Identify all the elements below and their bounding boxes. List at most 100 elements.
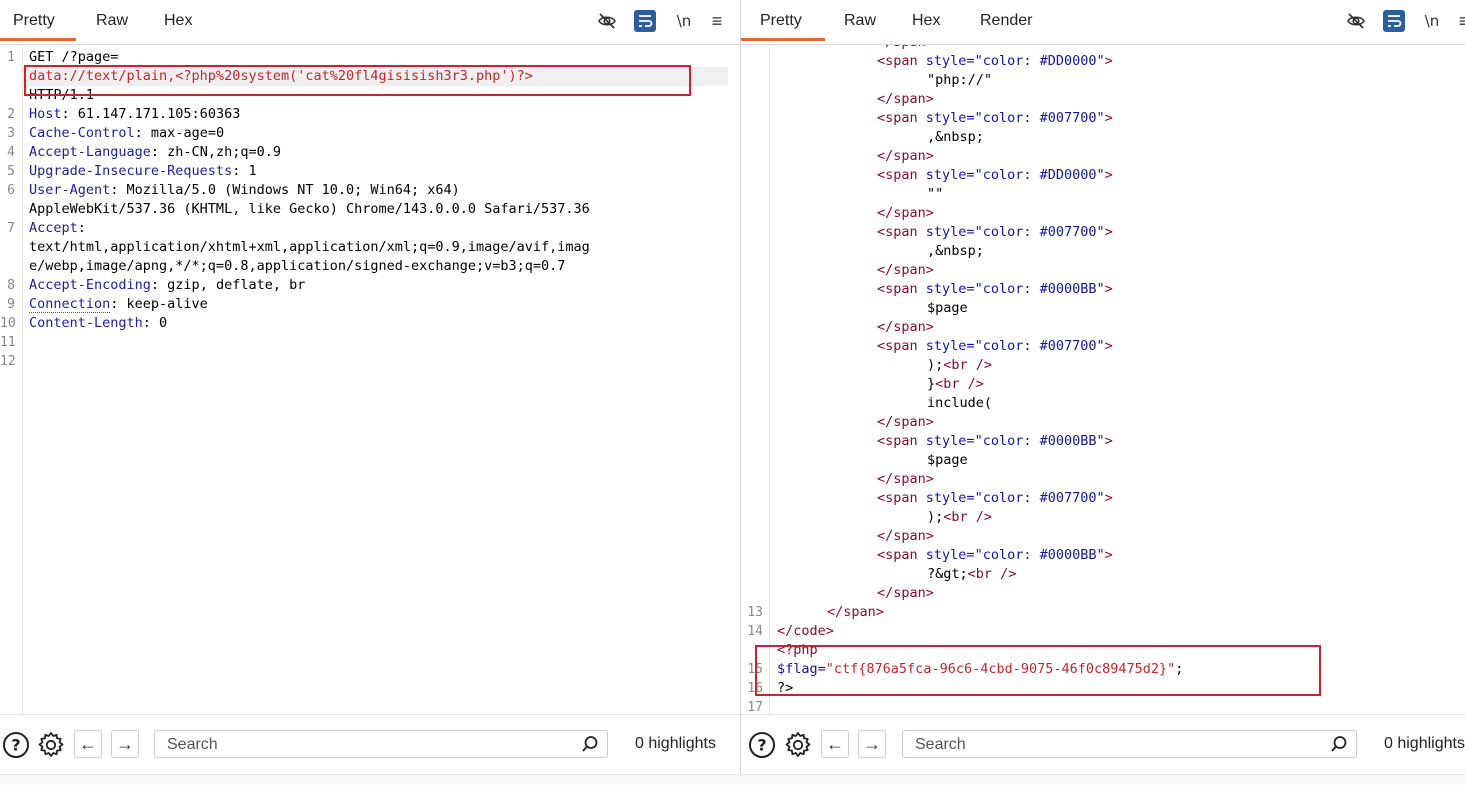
settings-icon[interactable] <box>37 731 64 757</box>
line-number: 2 <box>7 107 15 122</box>
newline-icon[interactable]: \n <box>1421 10 1443 32</box>
arrow-right-icon[interactable]: → <box>111 730 139 758</box>
code-token: "php://" <box>927 72 993 88</box>
hide-eye-icon[interactable] <box>596 10 618 32</box>
code-line: Accept-Encoding: gzip, deflate, br <box>29 276 305 295</box>
newline-icon[interactable]: \n <box>673 10 695 32</box>
code-token: </span> <box>877 91 934 107</box>
code-token: > <box>1104 547 1113 563</box>
code-line: <span style="color: #007700"> <box>877 337 1113 356</box>
code-token: style= <box>925 224 975 240</box>
code-line: <span style="color: #0000BB"> <box>877 432 1113 451</box>
arrow-left-icon[interactable]: ← <box>821 730 849 758</box>
code-token: : keep-alive <box>110 296 208 312</box>
line-number: 1 <box>7 50 15 65</box>
code-line: Host: 61.147.171.105:60363 <box>29 105 240 124</box>
response-editor[interactable]: 1314151617 </span><span style="color: #D… <box>741 45 1465 714</box>
line-number: 10 <box>0 316 16 331</box>
line-number-gutter: 1 2 3 4 5 6 7 8 9 10 11 12 <box>0 45 23 714</box>
request-editor[interactable]: 1 2 3 4 5 6 7 8 9 10 11 12 GET /?page= data://text/p… <box>0 45 740 714</box>
code-token: ?&gt; <box>927 566 968 582</box>
code-token: "color: #007700" <box>974 224 1105 240</box>
code-token: </span> <box>877 471 934 487</box>
help-icon[interactable]: ? <box>2 731 29 758</box>
arrow-right-icon[interactable]: → <box>858 730 886 758</box>
search-icon[interactable] <box>581 735 599 758</box>
code-token: </code> <box>777 623 834 639</box>
code-token: </span> <box>877 585 934 601</box>
arrow-left-icon[interactable]: ← <box>74 730 102 758</box>
code-token: <span <box>877 224 926 240</box>
search-field[interactable] <box>902 730 1357 758</box>
request-search-bar: ? ← → 0 highlights <box>0 714 740 775</box>
code-line: "php://" <box>927 71 992 90</box>
search-input[interactable] <box>165 734 531 756</box>
code-line: </span> <box>877 470 934 489</box>
code-line: );<br /> <box>927 508 992 527</box>
code-token: </span> <box>877 205 934 221</box>
code-token: Host <box>29 106 62 122</box>
tab-raw[interactable]: Raw <box>844 0 876 42</box>
help-icon[interactable]: ? <box>748 731 775 758</box>
code-token: GET /?page= <box>29 49 119 65</box>
tab-pretty[interactable]: Pretty <box>741 0 825 41</box>
search-icon[interactable] <box>1330 735 1348 758</box>
tab-hex[interactable]: Hex <box>164 0 192 42</box>
code-token: "color: #007700" <box>974 490 1105 506</box>
highlight-box <box>24 65 691 96</box>
svg-text:?: ? <box>11 736 20 755</box>
code-token: Accept-Language <box>29 144 151 160</box>
code-line: text/html,application/xhtml+xml,applicat… <box>29 238 590 257</box>
code-token: Cache-Control <box>29 125 135 141</box>
line-number-gutter: 13 14 15 16 17 <box>741 45 770 714</box>
code-line: </span> <box>877 527 934 546</box>
code-token: ); <box>927 357 944 373</box>
hide-eye-icon[interactable] <box>1345 10 1367 32</box>
tab-raw[interactable]: Raw <box>96 0 128 42</box>
code-token: </span> <box>877 319 934 335</box>
code-token: "" <box>927 186 944 202</box>
code-token: <br /> <box>943 357 993 373</box>
tab-pretty[interactable]: Pretty <box>0 0 76 41</box>
word-wrap-icon[interactable] <box>1383 10 1405 32</box>
code-token: </span> <box>877 148 934 164</box>
line-number: 11 <box>0 335 16 350</box>
tab-render[interactable]: Render <box>980 0 1032 42</box>
code-line: Connection: keep-alive <box>29 295 208 314</box>
search-input[interactable] <box>913 734 1280 756</box>
tab-hex[interactable]: Hex <box>912 0 940 42</box>
code-token: style= <box>925 338 975 354</box>
code-token: } <box>927 376 936 392</box>
code-token: Content-Length <box>29 315 143 331</box>
code-token: $page <box>927 452 968 468</box>
code-line: </span> <box>877 147 934 166</box>
settings-icon[interactable] <box>784 731 811 757</box>
code-token: : gzip, deflate, br <box>150 277 306 293</box>
menu-icon[interactable]: ≡ <box>706 10 728 32</box>
code-token: style= <box>925 167 975 183</box>
code-token: <span <box>877 338 926 354</box>
code-token: <span <box>877 281 926 297</box>
code-token: Upgrade-Insecure-Requests <box>29 163 233 179</box>
code-token: > <box>1104 490 1113 506</box>
code-line: <span style="color: #007700"> <box>877 109 1113 128</box>
menu-icon[interactable]: ≡ <box>1453 10 1465 32</box>
highlight-box <box>755 645 1321 696</box>
search-field[interactable] <box>154 730 608 758</box>
code-token: : 0 <box>142 315 168 331</box>
word-wrap-icon[interactable] <box>634 10 656 32</box>
code-line: "" <box>927 185 943 204</box>
line-number: 4 <box>7 145 15 160</box>
line-number: 3 <box>7 126 15 141</box>
code-token: AppleWebKit/537.36 (KHTML, like Gecko) C… <box>29 201 590 217</box>
svg-text:?: ? <box>757 736 766 755</box>
code-token: ); <box>927 509 944 525</box>
line-number: 12 <box>0 354 16 369</box>
code-token: > <box>1104 224 1113 240</box>
code-token: > <box>1104 338 1113 354</box>
request-tabbar: Pretty Raw Hex \n ≡ <box>0 0 740 45</box>
code-token: ,&nbsp; <box>927 243 984 259</box>
code-token: <span <box>877 110 926 126</box>
code-token: User-Agent <box>29 182 111 198</box>
code-token: <br /> <box>967 566 1017 582</box>
